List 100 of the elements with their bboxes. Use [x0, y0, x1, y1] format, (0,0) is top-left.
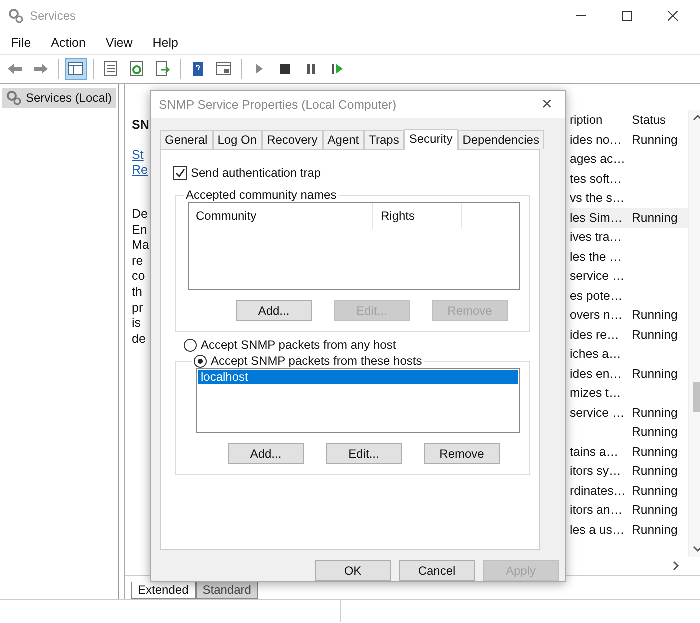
description-text: Ma [132, 238, 150, 254]
description-cell: service … [570, 269, 625, 284]
description-cell: iches a… [570, 347, 622, 362]
description-text: En [132, 222, 148, 238]
description-cell: ages ac… [570, 152, 626, 166]
column-header[interactable]: Community [189, 203, 373, 230]
host-item[interactable]: localhost [198, 370, 518, 384]
dialog-tab[interactable]: Agent [322, 130, 364, 150]
dialog-tab[interactable]: Dependencies [458, 130, 544, 150]
window-title: Services [30, 9, 76, 23]
radio-label: Accept SNMP packets from any host [201, 338, 396, 352]
checkbox[interactable] [173, 166, 187, 180]
column-header[interactable]: Status [632, 113, 688, 127]
scroll-up-icon[interactable] [692, 114, 700, 122]
description-cell: ides no… [570, 132, 622, 147]
dialog-button[interactable]: OK [315, 560, 391, 581]
checkbox-label: Send authentication trap [191, 166, 322, 180]
service-row[interactable]: ides no… Running [570, 130, 688, 150]
status-cell: Running [632, 366, 678, 381]
service-row[interactable]: mizes t… [570, 384, 688, 403]
description-text: is [132, 316, 142, 332]
service-row[interactable]: itors sy… Running [570, 462, 688, 481]
service-row[interactable]: les Sim… Running [570, 208, 688, 228]
view-tab[interactable]: Extended [131, 582, 196, 599]
status-cell: Running [632, 132, 678, 147]
description-cell: tains a… [570, 444, 619, 459]
dialog-button[interactable]: Cancel [399, 560, 475, 581]
status-cell: Running [632, 464, 678, 478]
column-header[interactable]: ription [570, 113, 632, 127]
radio-label: Accept SNMP packets from these hosts [211, 354, 422, 368]
radio-button[interactable] [194, 354, 207, 368]
view-tab[interactable]: Standard [196, 582, 258, 599]
service-row[interactable]: ides re… Running [570, 325, 688, 344]
service-row[interactable]: itors an… Running [570, 500, 688, 520]
menu-item[interactable]: Help [152, 36, 178, 50]
service-row[interactable]: service … Running [570, 403, 688, 422]
dialog-tab[interactable]: General [160, 130, 213, 150]
service-row[interactable]: tains a… Running [570, 442, 688, 462]
close-icon[interactable] [668, 11, 678, 21]
description-cell: ides en… [570, 366, 622, 381]
service-row[interactable]: ages ac… [570, 150, 688, 169]
service-title: SN [132, 118, 150, 132]
service-row[interactable]: Running [570, 422, 688, 442]
menu-item[interactable]: File [11, 36, 32, 50]
description-cell: service … [570, 406, 625, 420]
description-cell: ives tra… [570, 230, 622, 244]
service-row[interactable]: les a us… Running [570, 520, 688, 540]
dialog-button[interactable]: Remove [424, 443, 500, 464]
menu-item[interactable]: View [106, 36, 133, 50]
description-cell: itors sy… [570, 464, 622, 478]
host-list[interactable]: localhost [196, 368, 520, 434]
status-cell: Running [632, 308, 678, 322]
status-cell: Running [632, 328, 678, 342]
close-button[interactable]: ✕ [537, 96, 557, 114]
description-cell: ides re… [570, 328, 620, 342]
dialog-tab[interactable]: Log On [212, 130, 262, 150]
service-row[interactable]: ides en… Running [570, 364, 688, 384]
radio-button[interactable] [184, 338, 197, 352]
status-cell: Running [632, 484, 678, 498]
dialog-button[interactable]: Edit... [326, 443, 402, 464]
service-row[interactable]: rdinates… Running [570, 481, 688, 500]
service-row[interactable]: tes soft… [570, 169, 688, 188]
description-cell: es pote… [570, 288, 623, 303]
description-cell: les Sim… [570, 210, 623, 225]
dialog-button[interactable]: Add... [228, 443, 304, 464]
description-cell: les the … [570, 250, 622, 264]
description-cell: itors an… [570, 503, 623, 518]
scroll-right-icon[interactable] [672, 561, 680, 572]
group-title: Accepted community names [185, 188, 338, 202]
status-cell: Running [632, 444, 678, 459]
scroll-thumb[interactable] [693, 382, 700, 412]
dialog-title: SNMP Service Properties (Local Computer) [159, 98, 397, 112]
dialog-tab[interactable]: Security [404, 129, 458, 150]
service-row[interactable]: overs n… Running [570, 306, 688, 325]
dialog-button[interactable]: Add... [236, 300, 312, 322]
tree-item[interactable]: Services (Local) [2, 88, 116, 108]
scroll-down-icon[interactable] [692, 545, 700, 554]
description-cell: vs the s… [570, 191, 625, 206]
gears-icon [8, 8, 24, 24]
description-cell: tes soft… [570, 172, 622, 186]
dialog-tab[interactable]: Recovery [262, 130, 323, 150]
community-list[interactable]: Community Rights [188, 202, 520, 290]
status-cell: Running [632, 522, 678, 537]
status-cell: Running [632, 503, 678, 518]
status-cell: Running [632, 406, 678, 420]
column-header[interactable]: Rights [373, 203, 462, 230]
service-row[interactable]: vs the s… [570, 188, 688, 208]
status-cell: Running [632, 210, 678, 225]
description-text: re [132, 254, 144, 270]
service-row[interactable]: es pote… [570, 286, 688, 306]
service-row[interactable]: iches a… [570, 344, 688, 364]
dialog-tab[interactable]: Traps [364, 130, 404, 150]
menu-item[interactable]: Action [51, 36, 86, 50]
console-tree-icon[interactable] [65, 58, 87, 80]
service-row[interactable]: les the … [570, 247, 688, 266]
description-cell: overs n… [570, 308, 623, 322]
maximize-icon[interactable] [622, 11, 632, 21]
service-row[interactable]: ives tra… [570, 228, 688, 247]
status-cell: Running [632, 425, 678, 440]
service-row[interactable]: service … [570, 266, 688, 286]
